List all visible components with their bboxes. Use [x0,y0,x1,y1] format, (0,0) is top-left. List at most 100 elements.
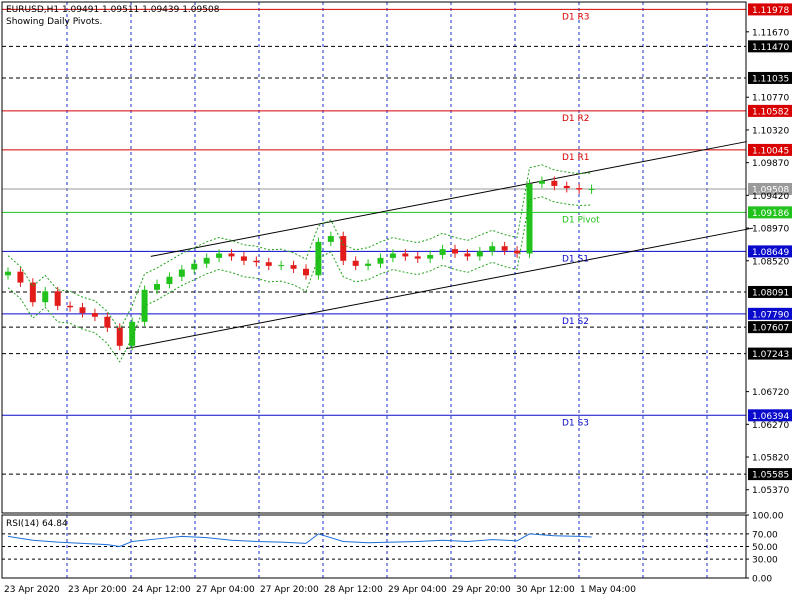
y-tick-label: 1.10320 [752,126,789,136]
candle-body [104,316,111,328]
candle-body [327,236,334,242]
pivot-label: D1 S2 [562,317,589,327]
candle-body [303,268,309,276]
candle-body [166,276,173,285]
candle-body [538,180,545,184]
x-tick-label: 28 Apr 12:00 [324,585,383,595]
y-tick-label: 1.09870 [752,159,789,169]
candle-body [42,291,49,303]
candle-body [17,271,24,283]
pivot-label: D1 S1 [562,254,589,264]
candle-body [253,260,260,263]
y-tick-label: 1.10770 [752,94,789,104]
rsi-y-tick-label: 30.00 [752,556,778,566]
candle-body [427,254,434,259]
candle-body [352,260,359,266]
price-tag-label: 1.08091 [752,288,789,298]
pivot-label: D1 R3 [562,12,590,22]
candle-body [576,188,583,190]
candle-body [315,241,322,276]
candle-body [216,253,223,258]
rsi-line [7,533,592,548]
y-tick-label: 1.11670 [752,28,789,38]
candle-body [191,263,198,270]
candle-body [389,253,396,258]
pivot-label: D1 S3 [562,418,589,428]
candle-body [54,291,61,306]
candle-body [240,256,247,261]
candle-body [501,246,508,251]
candle-body [489,246,496,252]
y-tick-label: 1.09420 [752,192,789,202]
x-tick-label: 23 Apr 20:00 [68,585,127,595]
candle-body [265,262,272,266]
price-tag-label: 1.07607 [752,324,789,334]
price-tag-label: 1.11470 [752,43,789,53]
candle-body [79,307,86,314]
price-tag-label: 1.10045 [752,146,789,156]
chart-window[interactable]: D1 R3 D1 R2 D1 R1 D1 Pivot D1 S1 D1 S2 D1 S3 R… [0,0,800,600]
pivot-label: D1 R2 [562,114,590,124]
candle-body [526,183,533,254]
candle-body [588,188,595,190]
candle-body [476,251,483,257]
symbol-info: EURUSD,H1 1.09491 1.09511 1.09439 1.0950… [6,5,220,15]
y-tick-label: 1.06720 [752,388,789,398]
x-tick-label: 27 Apr 04:00 [196,585,255,595]
candle-body [452,249,458,254]
x-tick-label: 23 Apr 2020 [4,585,60,595]
candle-body [290,265,297,269]
candle-body [551,180,558,186]
x-tick-label: 29 Apr 20:00 [452,585,511,595]
candle-body [340,236,347,261]
y-tick-label: 1.05820 [752,454,789,464]
candle-body [365,263,372,266]
price-tag-label: 1.07243 [752,350,789,360]
pivot-label: D1 Pivot [562,215,600,225]
candle-body [514,250,521,254]
candle-body [464,253,471,257]
candle-body [228,253,235,257]
x-tick-label: 27 Apr 20:00 [260,585,319,595]
candle-body [154,284,160,290]
price-chart[interactable]: D1 R3 D1 R2 D1 R1 D1 Pivot D1 S1 D1 S2 D1 S3 R… [0,0,800,600]
channel-lower-line [125,227,754,350]
y-tick-label: 1.06270 [752,421,789,431]
candle-body [414,256,421,259]
channel-upper-line [150,141,747,257]
rsi-y-tick-label: 50.00 [752,543,778,553]
rsi-title: RSI(14) 64.84 [6,519,68,529]
rsi-y-tick-label: 0.00 [752,575,772,585]
candle-body [178,269,185,277]
candle-body [439,249,446,255]
indicator-subtitle: Showing Daily Pivots. [6,17,103,27]
x-tick-label: 24 Apr 12:00 [132,585,191,595]
x-tick-label: 30 Apr 12:00 [516,585,575,595]
y-tick-label: 1.08970 [752,225,789,235]
candle-body [129,321,136,346]
y-tick-label: 1.05370 [752,486,789,496]
price-tag-label: 1.07790 [752,310,789,320]
y-tick-label: 1.08520 [752,257,789,267]
price-tag-label: 1.10582 [752,107,789,117]
candle-body [203,257,210,264]
envelope-lower [7,196,592,363]
x-tick-label: 1 May 04:00 [580,585,636,595]
candle-body [29,282,36,303]
main-panel-frame [1,1,747,514]
candle-body [278,265,285,267]
rsi-y-tick-label: 100.00 [752,512,784,522]
candle-body [563,185,570,189]
pivot-label: D1 R1 [562,153,590,163]
candle-body [91,313,98,317]
price-tag-label: 1.05585 [752,471,789,481]
candle-body [377,257,384,264]
x-tick-label: 29 Apr 04:00 [388,585,447,595]
price-tag-label: 1.09186 [752,209,789,219]
price-tag-label: 1.11035 [752,74,789,84]
rsi-y-tick-label: 70.00 [752,530,778,540]
candle-body [402,253,409,257]
candle-body [141,289,148,322]
candle-body [5,271,11,276]
candle-body [67,305,74,308]
